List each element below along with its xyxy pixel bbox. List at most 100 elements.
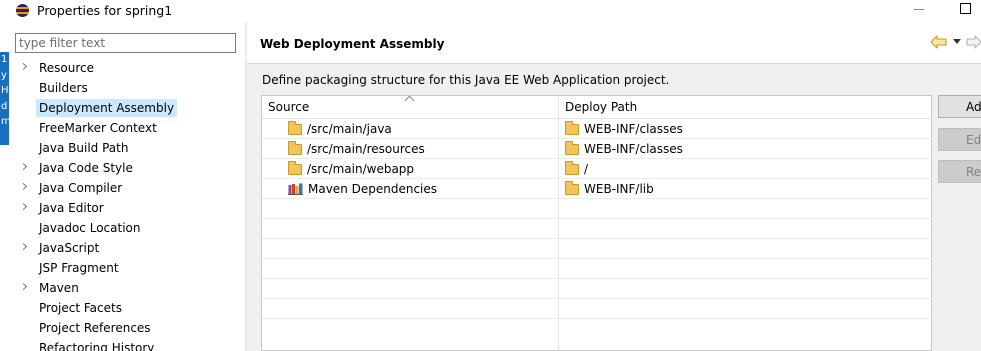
window-title: Properties for spring1 <box>37 3 173 18</box>
maximize-icon[interactable] <box>960 3 971 14</box>
tree-item-label: Java Compiler <box>39 181 123 195</box>
forward-arrow-icon[interactable] <box>966 35 981 49</box>
source-cell: /src/main/java <box>288 121 392 138</box>
source-path: /src/main/webapp <box>307 162 415 176</box>
tree-item-refactoring-history[interactable]: Refactoring History <box>9 338 245 351</box>
source-path: Maven Dependencies <box>308 182 438 196</box>
chevron-right-icon[interactable] <box>19 182 28 191</box>
source-cell: /src/main/resources <box>288 141 425 158</box>
table-row-empty <box>262 299 933 319</box>
folder-icon <box>565 121 579 135</box>
property-page: Web Deployment Assembly Define packaging… <box>247 22 981 351</box>
deployment-assembly-table: Source Deploy Path /src/main/java WEB-IN… <box>261 95 933 351</box>
tree-item-label: JavaScript <box>39 241 100 255</box>
sort-ascending-icon <box>404 95 415 106</box>
dropdown-menu-icon[interactable] <box>952 35 962 47</box>
remove-button[interactable]: Ren <box>938 160 981 183</box>
deploy-path: WEB-INF/classes <box>584 142 683 156</box>
tree-item-label: Java Code Style <box>39 161 133 175</box>
background-window-strip: 1 y H d m <box>0 52 9 145</box>
folder-icon <box>565 181 579 195</box>
tree-item-label: Resource <box>39 61 95 75</box>
folder-icon <box>288 161 302 175</box>
folder-icon <box>565 161 579 175</box>
minimize-icon[interactable] <box>914 9 924 10</box>
tree-item-project-facets[interactable]: Project Facets <box>9 298 245 318</box>
tree-item-javadoc-location[interactable]: Javadoc Location <box>9 218 245 238</box>
filter-input[interactable] <box>15 33 236 53</box>
tree-item-java-code-style[interactable]: Java Code Style <box>9 158 245 178</box>
table-row[interactable]: Maven Dependencies WEB-INF/lib <box>262 179 933 199</box>
edit-button[interactable]: Ed <box>938 128 981 151</box>
tree-item-label: FreeMarker Context <box>39 121 157 135</box>
background-char: y <box>1 69 7 81</box>
source-cell: /src/main/webapp <box>288 161 414 178</box>
folder-icon <box>288 121 302 135</box>
source-cell: Maven Dependencies <box>288 181 437 198</box>
tree-item-label: Java Editor <box>39 201 104 215</box>
folder-icon <box>565 141 579 155</box>
tree-item-maven[interactable]: Maven <box>9 278 245 298</box>
tree-item-javascript[interactable]: JavaScript <box>9 238 245 258</box>
table-body: /src/main/java WEB-INF/classes /src/main… <box>262 119 933 319</box>
tree-item-java-editor[interactable]: Java Editor <box>9 198 245 218</box>
tree-item-freemarker-context[interactable]: FreeMarker Context <box>9 118 245 138</box>
table-row[interactable]: /src/main/java WEB-INF/classes <box>262 119 933 139</box>
properties-nav-panel: Resource Builders Deployment Assembly Fr… <box>9 22 245 351</box>
tree-item-label: Builders <box>39 81 88 95</box>
table-row-empty <box>262 219 933 239</box>
table-row-empty <box>262 199 933 219</box>
table-header: Source Deploy Path <box>262 95 933 119</box>
tree-item-label: Deployment Assembly <box>36 99 178 117</box>
add-button[interactable]: Ad <box>938 95 981 118</box>
page-title: Web Deployment Assembly <box>260 37 445 51</box>
tree-item-java-compiler[interactable]: Java Compiler <box>9 178 245 198</box>
source-path: /src/main/resources <box>307 142 425 156</box>
page-description: Define packaging structure for this Java… <box>262 73 670 87</box>
page-header: Web Deployment Assembly <box>247 22 981 64</box>
column-header-source[interactable]: Source <box>268 100 309 114</box>
table-row[interactable]: /src/main/webapp / <box>262 159 933 179</box>
tree-item-label: Maven <box>39 281 79 295</box>
background-char: d <box>1 100 8 112</box>
tree-item-label: Project Facets <box>39 301 122 315</box>
deploy-cell: WEB-INF/lib <box>565 181 654 198</box>
folder-icon <box>288 141 302 155</box>
tree-item-java-build-path[interactable]: Java Build Path <box>9 138 245 158</box>
table-row[interactable]: /src/main/resources WEB-INF/classes <box>262 139 933 159</box>
deploy-path: WEB-INF/lib <box>584 182 654 196</box>
deploy-cell: / <box>565 161 588 178</box>
deploy-cell: WEB-INF/classes <box>565 121 683 138</box>
tree-item-project-references[interactable]: Project References <box>9 318 245 338</box>
tree-item-builders[interactable]: Builders <box>9 78 245 98</box>
properties-tree: Resource Builders Deployment Assembly Fr… <box>9 58 245 351</box>
title-bar: Properties for spring1 <box>0 0 981 22</box>
tree-item-label: Refactoring History <box>39 341 155 351</box>
tree-item-label: Java Build Path <box>39 141 129 155</box>
tree-item-label: Javadoc Location <box>39 221 141 235</box>
background-char: m <box>1 116 9 127</box>
chevron-right-icon[interactable] <box>19 62 28 71</box>
deploy-cell: WEB-INF/classes <box>565 141 683 158</box>
chevron-right-icon[interactable] <box>19 162 28 171</box>
deploy-path: / <box>584 162 589 176</box>
back-arrow-icon[interactable] <box>930 35 948 49</box>
tree-item-resource[interactable]: Resource <box>9 58 245 78</box>
background-char: H <box>1 85 9 96</box>
chevron-right-icon[interactable] <box>19 242 28 251</box>
column-header-deploy-path[interactable]: Deploy Path <box>565 100 637 114</box>
table-row-empty <box>262 279 933 299</box>
tree-item-deployment-assembly[interactable]: Deployment Assembly <box>9 98 245 118</box>
deploy-path: WEB-INF/classes <box>584 122 683 136</box>
chevron-right-icon[interactable] <box>19 282 28 291</box>
eclipse-logo-icon <box>16 4 29 17</box>
table-row-empty <box>262 259 933 279</box>
source-path: /src/main/java <box>307 122 392 136</box>
chevron-right-icon[interactable] <box>19 202 28 211</box>
tree-item-label: JSP Fragment <box>39 261 119 275</box>
tree-item-jsp-fragment[interactable]: JSP Fragment <box>9 258 245 278</box>
background-char: 1 <box>1 54 8 65</box>
library-icon <box>288 183 303 195</box>
tree-item-label: Project References <box>39 321 151 335</box>
table-row-empty <box>262 239 933 259</box>
